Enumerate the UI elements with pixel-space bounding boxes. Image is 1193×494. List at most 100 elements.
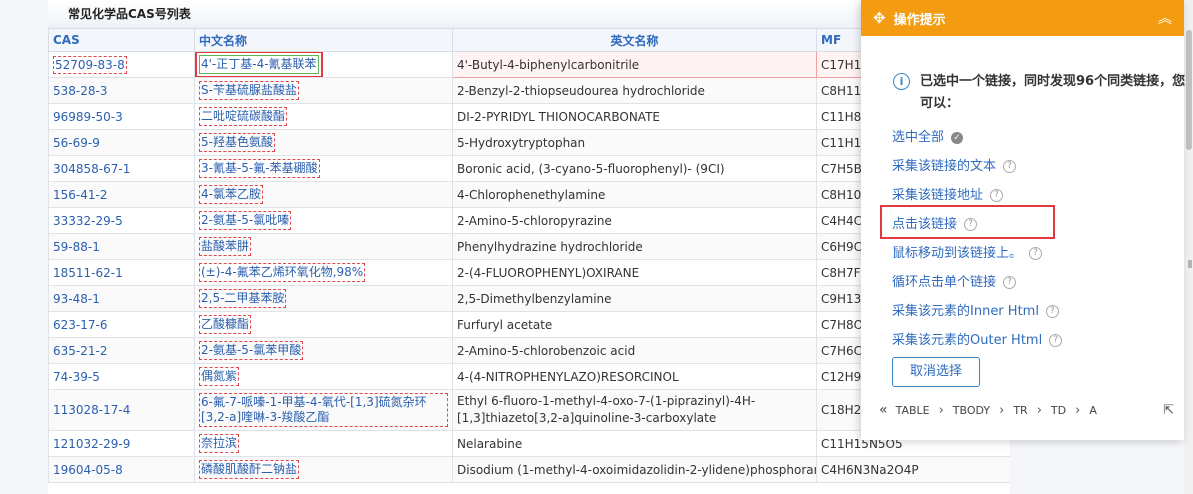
option-label: 循环点击单个链接: [892, 275, 997, 290]
option-inner-html[interactable]: 采集该元素的Inner Html?: [892, 300, 1059, 319]
info-icon: i: [893, 73, 910, 90]
help-icon[interactable]: ?: [1049, 334, 1063, 347]
crumb-tbody[interactable]: TBODY: [953, 404, 990, 417]
cn-cell: 乙酸糠酯: [194, 311, 453, 338]
panel-title: 操作提示: [893, 12, 946, 28]
cas-link[interactable]: 113028-17-4: [53, 403, 130, 417]
cn-name-link[interactable]: 二吡啶硫碳酸酯: [199, 107, 288, 126]
option-outer-html[interactable]: 采集该元素的Outer Html?: [892, 329, 1063, 348]
cn-cell: 二吡啶硫碳酸酯: [194, 103, 453, 130]
cn-name-link[interactable]: 2-氨基-5-氯吡嗪: [199, 211, 292, 230]
cn-name-link[interactable]: 偶氮紫: [199, 367, 240, 386]
cas-link[interactable]: 33332-29-5: [53, 214, 123, 228]
scrollbar-marker: [1188, 260, 1192, 268]
cn-name-link[interactable]: 5-羟基色氨酸: [199, 133, 275, 152]
cn-name-link[interactable]: 4'-正丁基-4-氰基联苯: [195, 52, 323, 77]
en-name-cell: Disodium (1-methyl-4-oxoimidazolidin-2-y…: [452, 456, 817, 483]
cas-link[interactable]: 59-88-1: [53, 240, 100, 254]
cas-cell: 635-21-2: [48, 337, 195, 364]
operation-hint-panel: ✥ 操作提示 ︽ i 已选中一个链接，同时发现96个同类链接，您可以： 选中全部…: [861, 0, 1185, 440]
crumb-td[interactable]: TD: [1051, 404, 1066, 417]
cas-cell: 96989-50-3: [48, 103, 195, 130]
cas-link[interactable]: 538-28-3: [53, 84, 107, 98]
cas-cell: 623-17-6: [48, 311, 195, 338]
option-label: 采集该链接的文本: [892, 159, 997, 174]
option-click-link[interactable]: 点击该链接?: [892, 213, 978, 232]
panel-header[interactable]: ✥ 操作提示 ︽: [861, 0, 1184, 36]
cas-link[interactable]: 304858-67-1: [53, 162, 130, 176]
option-extract-text[interactable]: 采集该链接的文本?: [892, 155, 1017, 174]
option-label: 选中全部: [892, 130, 945, 145]
cas-link[interactable]: 93-48-1: [53, 292, 100, 306]
header-en: 英文名称: [452, 28, 817, 52]
double-chevron-left-icon[interactable]: «: [879, 402, 888, 418]
option-hover-link[interactable]: 鼠标移动到该链接上。?: [892, 242, 1043, 261]
cn-name-link[interactable]: 2,5-二甲基苯胺: [199, 289, 287, 308]
cn-name-link[interactable]: S-苄基硫脲盐酸盐: [199, 81, 299, 100]
cn-name-link[interactable]: 3-氰基-5-氟-苯基硼酸: [199, 159, 320, 178]
cn-name-link[interactable]: 6-氟-7-哌嗪-1-甲基-4-氧代-[1,3]硫氮杂环[3,2-a]喹啉-3-…: [199, 393, 448, 427]
option-extract-url[interactable]: 采集该链接地址?: [892, 184, 1004, 203]
option-label: 采集该元素的Inner Html: [892, 304, 1039, 319]
move-icon[interactable]: ✥: [873, 9, 886, 27]
header-cas: CAS: [48, 28, 195, 52]
help-icon[interactable]: ?: [1003, 276, 1017, 289]
help-icon[interactable]: ?: [1045, 305, 1059, 318]
cn-name-link[interactable]: 磷酸肌酸酐二钠盐: [199, 460, 300, 479]
cas-link[interactable]: 96989-50-3: [53, 110, 123, 124]
cn-name-link[interactable]: 盐酸苯肼: [199, 237, 252, 256]
cn-cell: 磷酸肌酸酐二钠盐: [194, 456, 453, 483]
crumb-tr[interactable]: TR: [1013, 404, 1027, 417]
crumb-a[interactable]: A: [1089, 404, 1097, 417]
cas-link[interactable]: 74-39-5: [53, 370, 100, 384]
cas-link[interactable]: 56-69-9: [53, 136, 100, 150]
header-cn: 中文名称: [194, 28, 453, 52]
option-select-all[interactable]: 选中全部 ✓: [892, 126, 964, 145]
cn-cell: 奈拉滨: [194, 430, 453, 457]
cn-name-link[interactable]: 奈拉滨: [199, 434, 240, 453]
cas-link[interactable]: 52709-83-8: [53, 55, 127, 74]
cas-cell: 52709-83-8: [48, 51, 195, 78]
option-label: 鼠标移动到该链接上。: [892, 246, 1023, 261]
en-name-cell: 2-Benzyl-2-thiopseudourea hydrochloride: [452, 77, 817, 104]
cas-cell: 33332-29-5: [48, 207, 195, 234]
en-name-cell: 2-(4-FLUOROPHENYL)OXIRANE: [452, 259, 817, 286]
cn-cell: 3-氰基-5-氟-苯基硼酸: [194, 155, 453, 182]
external-link-icon[interactable]: ⇱: [1163, 403, 1174, 418]
table-row: 19604-05-8 磷酸肌酸酐二钠盐 Disodium (1-methyl-4-o…: [48, 456, 1010, 483]
help-icon[interactable]: ?: [964, 218, 978, 231]
en-name-cell: 4'-Butyl-4-biphenylcarbonitrile: [452, 51, 817, 78]
cn-cell: 2-氨基-5-氯吡嗪: [194, 207, 453, 234]
cas-link[interactable]: 623-17-6: [53, 318, 107, 332]
cn-cell: 6-氟-7-哌嗪-1-甲基-4-氧代-[1,3]硫氮杂环[3,2-a]喹啉-3-…: [194, 389, 453, 431]
help-icon[interactable]: ?: [1003, 160, 1017, 173]
cas-link[interactable]: 635-21-2: [53, 344, 107, 358]
chevron-right-icon: ›: [938, 402, 944, 418]
help-icon[interactable]: ?: [1029, 247, 1043, 260]
help-icon[interactable]: ?: [990, 189, 1004, 202]
cas-cell: 59-88-1: [48, 233, 195, 260]
cn-cell: 4'-正丁基-4-氰基联苯: [194, 51, 453, 78]
cn-name-link[interactable]: (±)-4-氟苯乙烯环氧化物,98%: [199, 263, 366, 282]
option-loop-click[interactable]: 循环点击单个链接?: [892, 271, 1017, 290]
cas-link[interactable]: 19604-05-8: [53, 463, 123, 477]
cas-link[interactable]: 18511-62-1: [53, 266, 123, 280]
collapse-icon[interactable]: ︽: [1158, 8, 1172, 28]
cn-name-link[interactable]: 4-氯苯乙胺: [199, 185, 263, 204]
en-name-cell: Ethyl 6-fluoro-1-methyl-4-oxo-7-(1-pipra…: [452, 389, 817, 431]
cn-name-link[interactable]: 2-氨基-5-氯苯甲酸: [199, 341, 304, 360]
cn-cell: (±)-4-氟苯乙烯环氧化物,98%: [194, 259, 453, 286]
cas-cell: 56-69-9: [48, 129, 195, 156]
chevron-right-icon: ›: [1036, 402, 1042, 418]
cn-cell: 2,5-二甲基苯胺: [194, 285, 453, 312]
en-name-cell: Nelarabine: [452, 430, 817, 457]
cancel-selection-button[interactable]: 取消选择: [892, 357, 980, 387]
element-path-breadcrumb: « TABLE › TBODY › TR › TD › A ⇱: [879, 402, 1174, 418]
cas-link[interactable]: 156-41-2: [53, 188, 107, 202]
cn-name-link[interactable]: 乙酸糠酯: [199, 315, 252, 334]
en-name-cell: 2-Amino-5-chlorobenzoic acid: [452, 337, 817, 364]
cas-link[interactable]: 121032-29-9: [53, 437, 130, 451]
option-label: 采集该元素的Outer Html: [892, 333, 1043, 348]
crumb-table[interactable]: TABLE: [896, 404, 930, 417]
info-message: i 已选中一个链接，同时发现96个同类链接，您可以：: [893, 71, 1190, 115]
